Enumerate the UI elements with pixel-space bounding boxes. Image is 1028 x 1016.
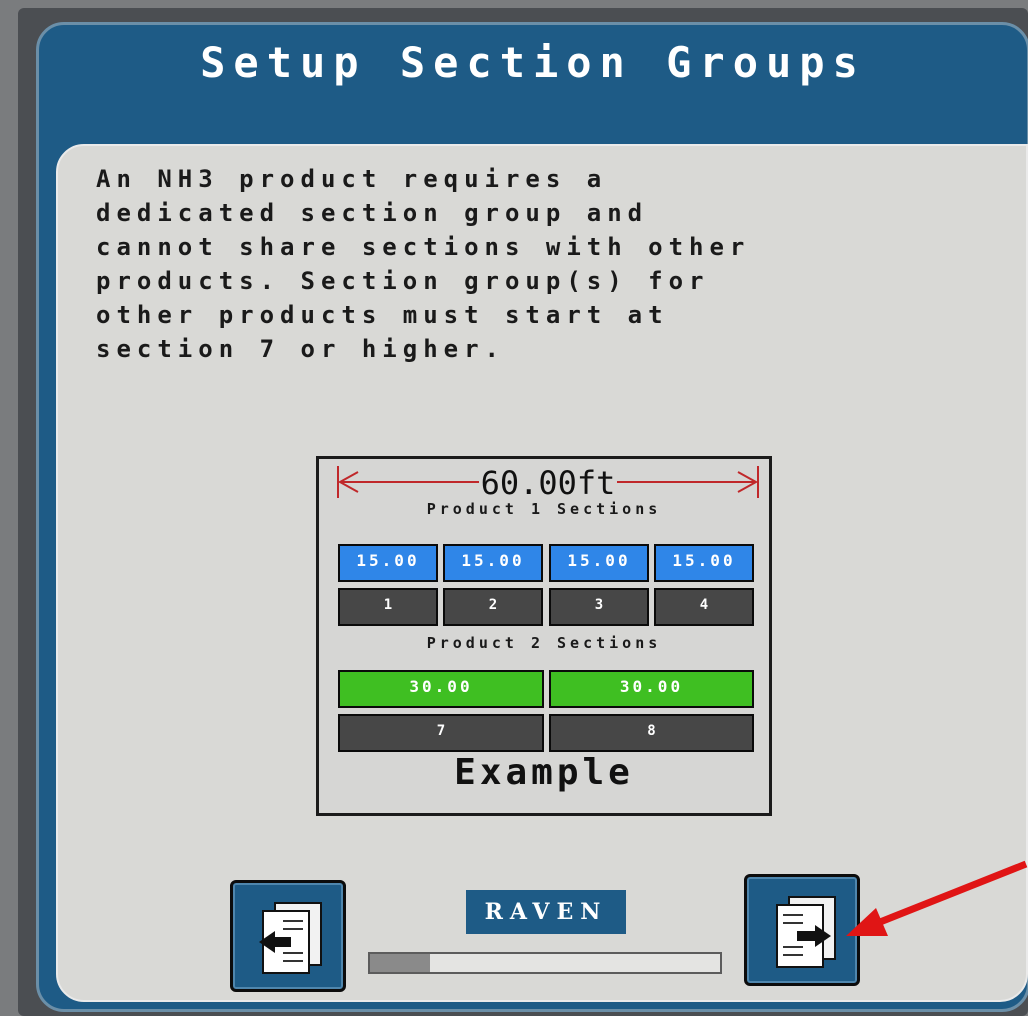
page-next-icon [776,896,836,968]
product1-rate-3: 15.00 [549,544,649,582]
progress-fill [370,954,430,972]
page-back-icon [259,902,322,974]
width-label: 60.00ft [478,464,618,502]
product1-rate-2: 15.00 [443,544,543,582]
section-8: 8 [549,714,754,752]
back-button[interactable] [230,880,346,992]
width-dimension: 60.00ft [336,462,760,502]
section-2: 2 [443,588,543,626]
product1-rate-4: 15.00 [654,544,754,582]
example-caption: Example [454,752,634,793]
raven-logo: RAVEN [466,890,626,934]
product2-heading: Product 2 Sections [426,634,662,652]
product1-rate-1: 15.00 [338,544,438,582]
page-title: Setup Section Groups [200,38,866,87]
section-4: 4 [654,588,754,626]
product1-heading: Product 1 Sections [426,500,662,518]
progress-bar [368,952,722,974]
instruction-text: An NH3 product requires a dedicated sect… [96,165,751,363]
section-3: 3 [549,588,649,626]
product2-rate-1: 30.00 [338,670,544,708]
annotation-arrow-icon [846,860,1028,936]
product2-rate-2: 30.00 [549,670,754,708]
section-7: 7 [338,714,544,752]
section-1: 1 [338,588,438,626]
